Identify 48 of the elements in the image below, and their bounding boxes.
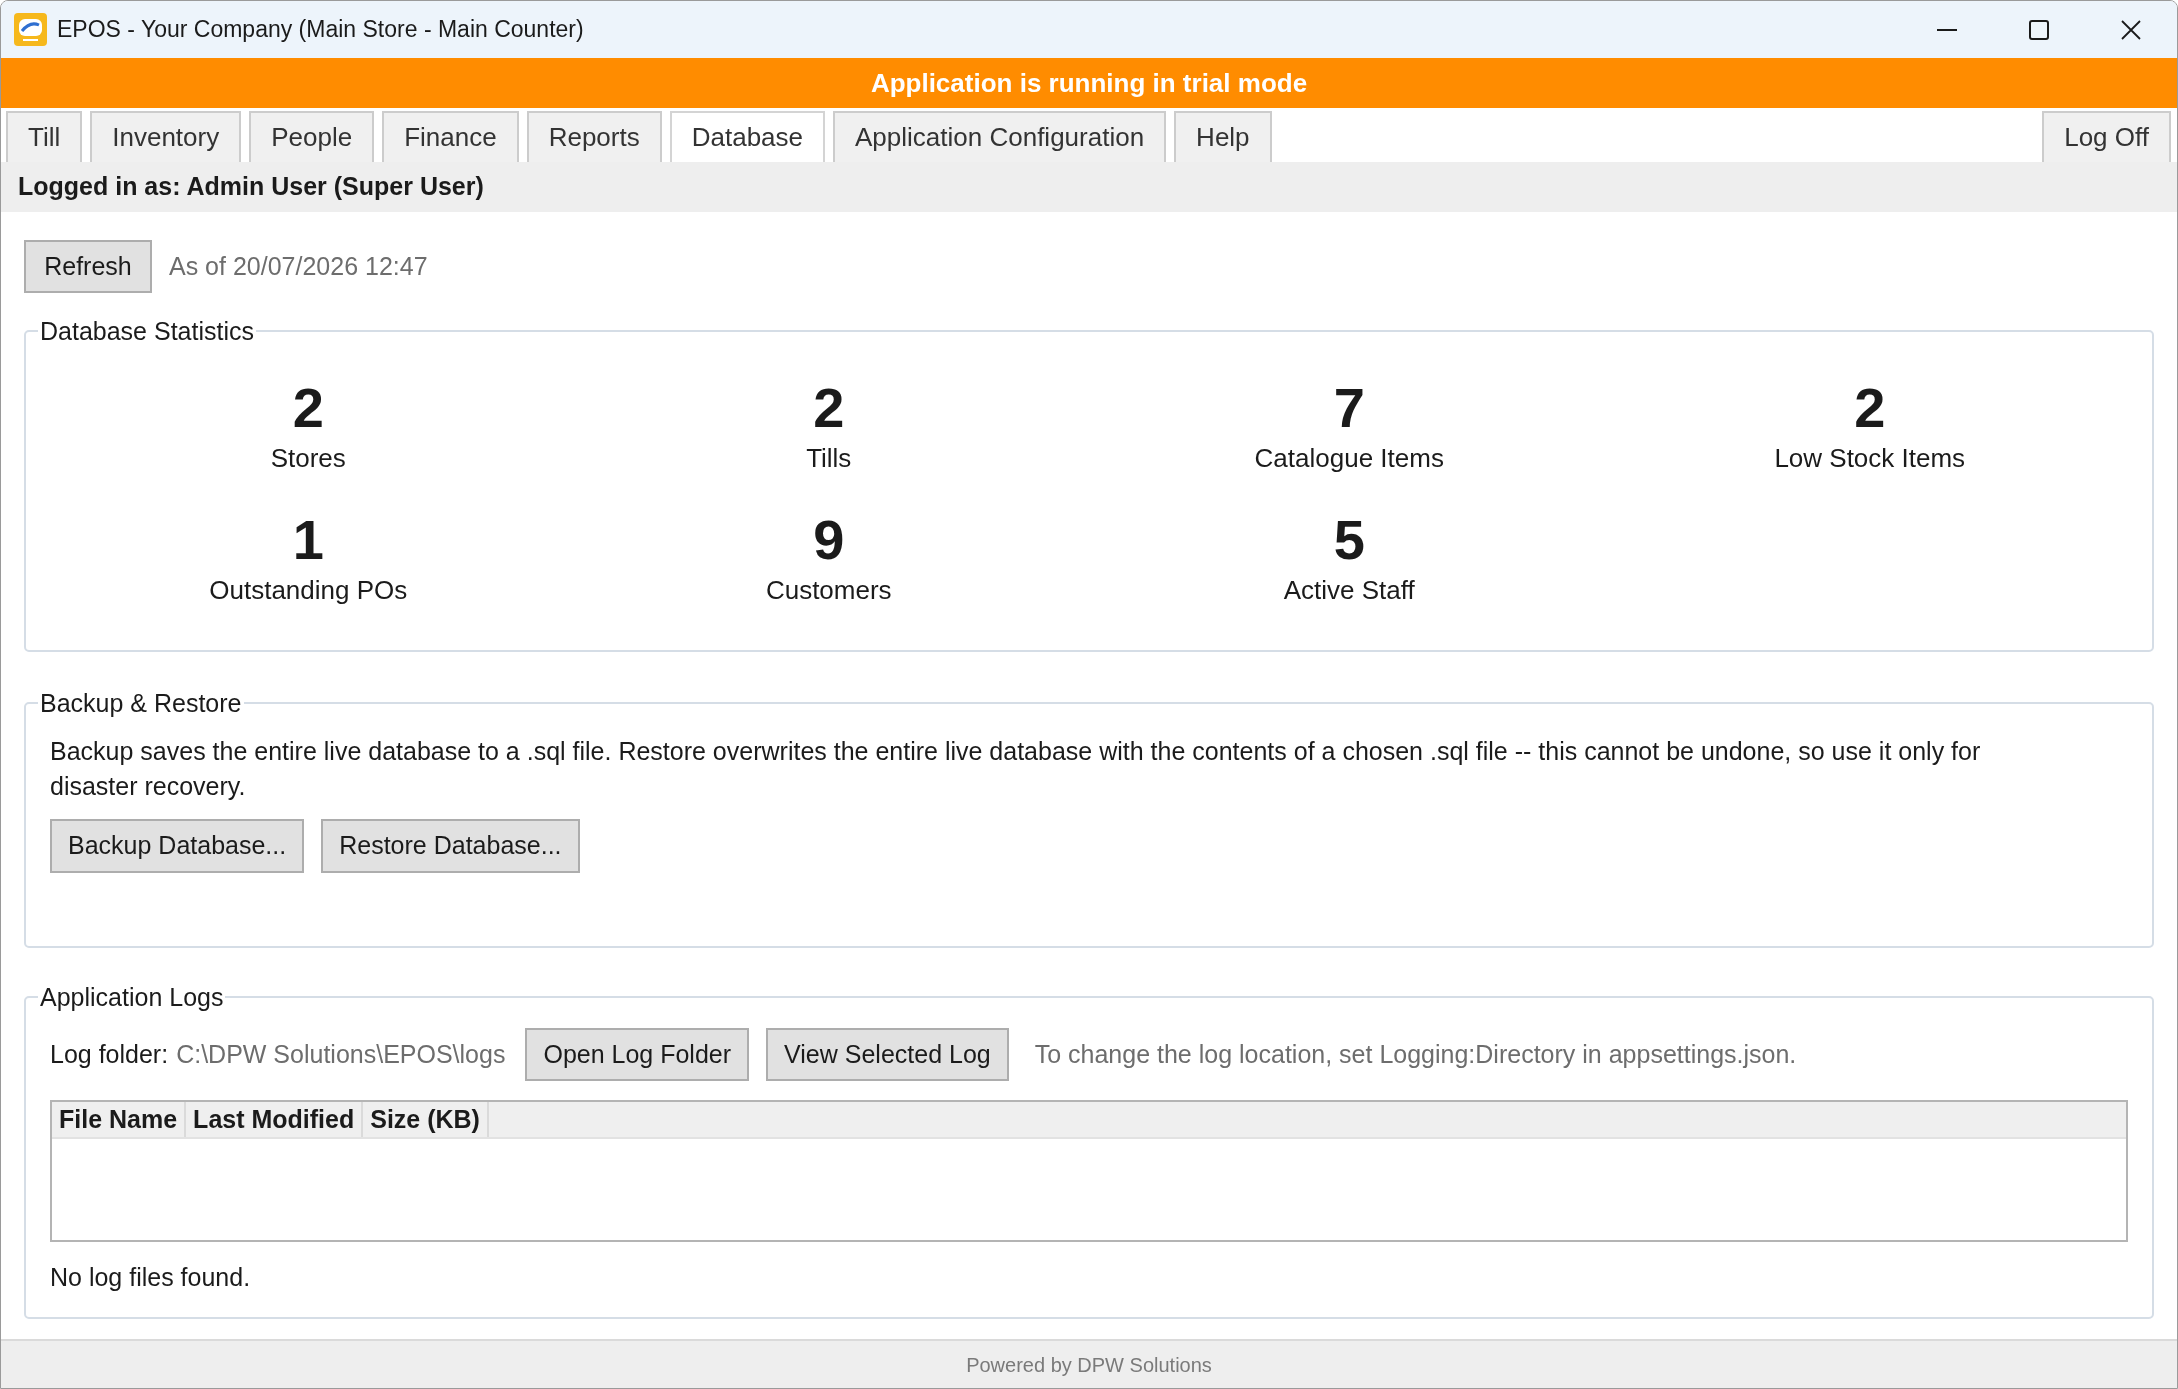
stat-label: Catalogue Items [1254, 442, 1444, 475]
column-header: Size (KB) [363, 1102, 489, 1137]
group-title: Backup & Restore [39, 688, 243, 718]
stat-value: 2 [292, 378, 324, 438]
view-selected-log-button[interactable]: View Selected Log [766, 1028, 1009, 1081]
maximize-icon [2029, 19, 2049, 40]
log-folder-label: Log folder: [50, 1038, 169, 1070]
log-location-hint: To change the log location, set Logging:Directory in appsettings.json. [1034, 1038, 1797, 1070]
tab[interactable]: Application Configuration [833, 111, 1167, 162]
tab[interactable]: Inventory [90, 111, 242, 162]
tab[interactable]: Help [1174, 111, 1272, 162]
stat-label: Customers [765, 574, 892, 607]
backup-button[interactable]: Backup Database... [50, 819, 305, 873]
stat-value: 9 [813, 510, 845, 570]
description-text: Backup saves the entire live database to a .sql file. Restore overwrites the entire live database with the contents of a chosen .sql file -- this cannot be undone, so use it only for disaster recovery. [50, 736, 1982, 802]
column-header: File Name [52, 1102, 187, 1137]
window-title: EPOS - Your Company (Main Store - Main Counter) [57, 15, 584, 45]
empty-message: No log files found. [50, 1262, 252, 1293]
stat-value: 1 [292, 510, 324, 570]
open-log-folder-button[interactable]: Open Log Folder [525, 1028, 750, 1081]
stat-label: Stores [270, 442, 346, 475]
tab[interactable]: People [249, 111, 375, 162]
footer-text: Powered by DPW Solutions [966, 1352, 1212, 1378]
group-title: Database Statistics [39, 316, 255, 346]
stat-label: Low Stock Items [1774, 442, 1966, 475]
restore-button[interactable]: Restore Database... [321, 819, 580, 873]
stat-value: 7 [1333, 378, 1365, 438]
stat-value: 5 [1333, 510, 1365, 570]
app-logo-icon [14, 13, 47, 46]
stat-label: Tills [806, 442, 852, 475]
timestamp-label: As of 20/07/2026 12:47 [169, 250, 428, 282]
minimize-icon [1937, 28, 1957, 31]
stat-value: 2 [1854, 378, 1886, 438]
tab[interactable]: Till [6, 111, 83, 162]
column-header: Last Modified [186, 1102, 364, 1137]
logged-in-label: Logged in as: Admin User (Super User) [18, 171, 484, 203]
refresh-button[interactable]: Refresh [24, 240, 152, 293]
stat-value: 2 [813, 378, 845, 438]
log-folder-path: C:\DPW Solutions\EPOS\logs [176, 1038, 506, 1070]
stat-label: Active Staff [1283, 574, 1415, 607]
tab[interactable]: Reports [526, 111, 662, 162]
close-icon [2121, 19, 2141, 40]
log-off-button[interactable]: Log Off [2042, 111, 2171, 162]
stat-label: Outstanding POs [209, 574, 408, 607]
tab[interactable]: Finance [382, 111, 519, 162]
banner-text: Application is running in trial mode [870, 66, 1308, 100]
tab[interactable]: Database [669, 111, 826, 162]
group-title: Application Logs [39, 982, 225, 1012]
